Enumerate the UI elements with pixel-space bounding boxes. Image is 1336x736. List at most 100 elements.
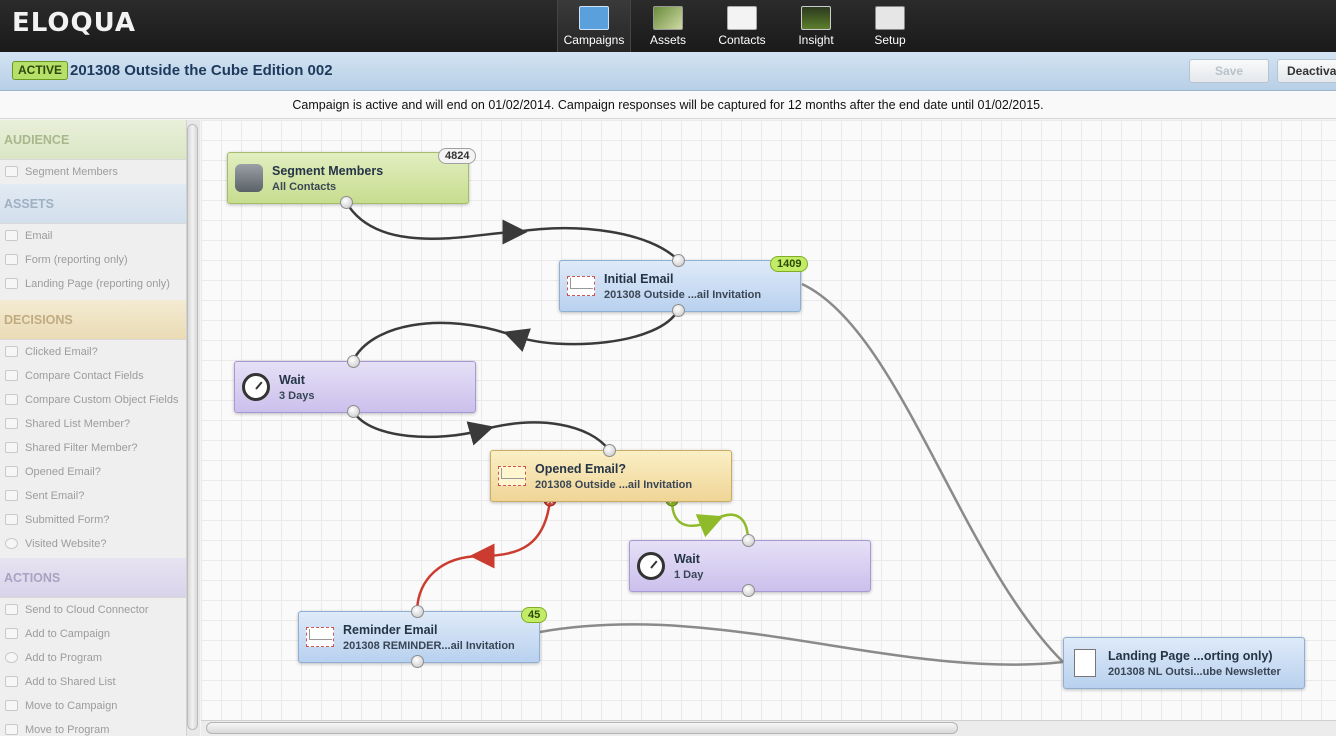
palette-item-label: Landing Page (reporting only): [25, 278, 170, 290]
nav-campaigns-label: Campaigns: [563, 33, 625, 47]
palette-item-add-to-program[interactable]: Add to Program: [0, 646, 186, 670]
move-program-icon: [5, 724, 18, 735]
input-port[interactable]: [742, 534, 755, 547]
input-port[interactable]: [603, 444, 616, 457]
palette-item-label: Segment Members: [25, 166, 118, 178]
step-opened-email-decision[interactable]: Opened Email? 201308 Outside ...ail Invi…: [490, 450, 732, 502]
input-port[interactable]: [347, 355, 360, 368]
campaigns-icon: [579, 6, 609, 30]
landing-page-icon: [5, 278, 18, 289]
assets-icon: [653, 6, 683, 30]
contact-count-badge[interactable]: 1409: [770, 256, 809, 272]
opened-email-icon: [498, 462, 526, 490]
step-landing-page[interactable]: Landing Page ...orting only) 201308 NL O…: [1063, 637, 1305, 689]
palette-item-compare-custom-object-fields[interactable]: Compare Custom Object Fields: [0, 388, 186, 412]
nav-assets[interactable]: Assets: [631, 0, 705, 52]
palette-item-move-to-campaign[interactable]: Move to Campaign: [0, 694, 186, 718]
deactivate-button[interactable]: Deactiva: [1277, 59, 1336, 83]
step-subtitle: 201308 NL Outsi...ube Newsletter: [1108, 666, 1281, 678]
cloud-connector-icon: [5, 604, 18, 615]
palette-item-label: Visited Website?: [25, 538, 107, 550]
section-actions: ACTIONS: [0, 558, 186, 598]
opened-email-icon: [5, 466, 18, 477]
palette-item-form[interactable]: Form (reporting only): [0, 248, 186, 272]
submitted-form-icon: [5, 514, 18, 525]
nav-contacts[interactable]: Contacts: [705, 0, 779, 52]
output-port[interactable]: [672, 304, 685, 317]
palette-item-submitted-form[interactable]: Submitted Form?: [0, 508, 186, 532]
campaign-title[interactable]: 201308 Outside the Cube Edition 002: [70, 62, 333, 79]
step-subtitle: 201308 Outside ...ail Invitation: [604, 289, 762, 301]
palette-item-add-to-campaign[interactable]: Add to Campaign: [0, 622, 186, 646]
input-port[interactable]: [411, 605, 424, 618]
palette-item-send-to-cloud-connector[interactable]: Send to Cloud Connector: [0, 598, 186, 622]
palette-item-label: Clicked Email?: [25, 346, 98, 358]
contact-count-badge[interactable]: 45: [521, 607, 548, 623]
shared-list-icon: [5, 418, 18, 429]
palette-item-move-to-program[interactable]: Move to Program: [0, 718, 186, 736]
step-subtitle: 1 Day: [674, 569, 704, 581]
email-icon: [5, 230, 18, 241]
step-palette-sidebar: AUDIENCE Segment Members ASSETS Email Fo…: [0, 120, 186, 736]
palette-item-segment-members[interactable]: Segment Members: [0, 160, 186, 184]
add-campaign-icon: [5, 628, 18, 639]
status-badge: ACTIVE: [12, 61, 69, 80]
palette-item-compare-contact-fields[interactable]: Compare Contact Fields: [0, 364, 186, 388]
palette-item-email[interactable]: Email: [0, 224, 186, 248]
palette-item-shared-filter-member[interactable]: Shared Filter Member?: [0, 436, 186, 460]
clicked-email-icon: [5, 346, 18, 357]
custom-object-icon: [5, 394, 18, 405]
output-port[interactable]: [347, 405, 360, 418]
palette-item-sent-email[interactable]: Sent Email?: [0, 484, 186, 508]
step-subtitle: 201308 REMINDER...ail Invitation: [343, 640, 515, 652]
nav-setup[interactable]: Setup: [853, 0, 927, 52]
nav-campaigns[interactable]: Campaigns: [557, 0, 631, 52]
add-program-icon: [5, 652, 18, 663]
nav-insight[interactable]: Insight: [779, 0, 853, 52]
nav-contacts-label: Contacts: [718, 33, 766, 47]
step-title: Segment Members: [272, 164, 384, 178]
palette-item-label: Sent Email?: [25, 490, 85, 502]
step-subtitle: 201308 Outside ...ail Invitation: [535, 479, 693, 491]
clock-icon: [242, 373, 270, 401]
sent-email-icon: [5, 490, 18, 501]
sidebar-scrollbar-thumb[interactable]: [187, 124, 198, 730]
palette-item-label: Send to Cloud Connector: [25, 604, 149, 616]
setup-icon: [875, 6, 905, 30]
step-title: Opened Email?: [535, 462, 626, 476]
palette-item-landing-page[interactable]: Landing Page (reporting only): [0, 272, 186, 296]
palette-item-opened-email[interactable]: Opened Email?: [0, 460, 186, 484]
input-port[interactable]: [672, 254, 685, 267]
output-port[interactable]: [340, 196, 353, 209]
filter-icon: [5, 442, 18, 453]
canvas-scrollbar-thumb[interactable]: [206, 722, 958, 734]
palette-item-clicked-email[interactable]: Clicked Email?: [0, 340, 186, 364]
top-navigation-bar: ELOQUA Campaigns Assets Contacts Insight…: [0, 0, 1336, 52]
save-button[interactable]: Save: [1189, 59, 1269, 83]
output-port[interactable]: [742, 584, 755, 597]
palette-item-label: Move to Campaign: [25, 700, 118, 712]
insight-icon: [801, 6, 831, 30]
nav-assets-label: Assets: [649, 33, 686, 47]
segment-icon: [5, 166, 18, 177]
palette-item-label: Add to Shared List: [25, 676, 116, 688]
nav-setup-label: Setup: [874, 33, 906, 47]
palette-item-label: Submitted Form?: [25, 514, 110, 526]
contacts-icon: [727, 6, 757, 30]
palette-item-label: Compare Contact Fields: [25, 370, 144, 382]
palette-item-visited-website[interactable]: Visited Website?: [0, 532, 186, 556]
step-title: Wait: [674, 552, 700, 566]
section-assets: ASSETS: [0, 184, 186, 224]
palette-item-label: Shared List Member?: [25, 418, 131, 430]
step-title: Initial Email: [604, 272, 674, 286]
envelope-icon: [306, 623, 334, 651]
move-campaign-icon: [5, 700, 18, 711]
contact-count-badge[interactable]: 4824: [438, 148, 477, 164]
output-port[interactable]: [411, 655, 424, 668]
palette-item-shared-list-member[interactable]: Shared List Member?: [0, 412, 186, 436]
section-audience: AUDIENCE: [0, 120, 186, 160]
globe-icon: [5, 538, 18, 549]
palette-item-label: Form (reporting only): [25, 254, 128, 266]
palette-item-label: Add to Campaign: [25, 628, 110, 640]
palette-item-add-to-shared-list[interactable]: Add to Shared List: [0, 670, 186, 694]
